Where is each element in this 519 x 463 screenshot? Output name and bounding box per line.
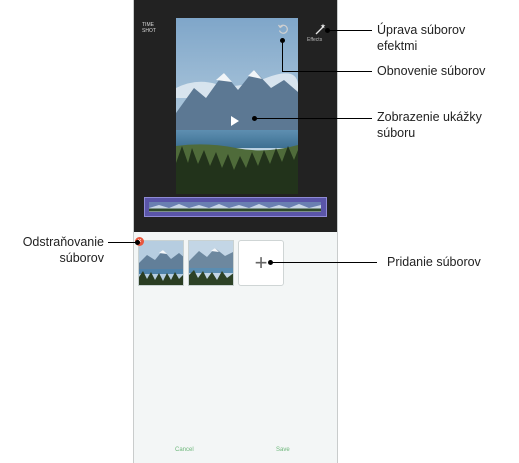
callout-line-add (271, 262, 377, 263)
callout-line-restore-v (282, 40, 283, 71)
header-text: TIME SHOT (142, 22, 156, 34)
file-thumbnail[interactable] (188, 240, 234, 286)
callout-remove-line1: Odstraňovanie (22, 235, 104, 249)
callout-effects-line1: Úprava súborov (377, 23, 466, 37)
callout-dot-remove (135, 240, 140, 245)
file-preview[interactable] (176, 18, 298, 194)
callout-preview-line2: súboru (377, 126, 416, 140)
editor-area: TIME SHOT › (134, 0, 337, 232)
callout-restore: Obnovenie súborov (377, 64, 486, 78)
callout-effects-line2: efektmi (377, 39, 418, 53)
add-file-button[interactable]: + (238, 240, 284, 286)
plus-icon: + (254, 250, 268, 275)
phone-screen: TIME SHOT › (133, 0, 338, 463)
callout-preview: Zobrazenie ukážky súboru (377, 109, 482, 141)
callout-preview-line1: Zobrazenie ukážky (377, 110, 482, 124)
effects-label: Effects (307, 37, 323, 43)
callout-effects: Úprava súborov efektmi (377, 22, 465, 54)
callout-remove: Odstraňovanie súborov (4, 234, 104, 266)
callout-line-restore-h (282, 71, 372, 72)
save-button[interactable]: Save (276, 447, 290, 453)
file-thumbnail[interactable] (138, 240, 184, 286)
callout-dot-effects (325, 28, 330, 33)
callout-line-preview (255, 118, 372, 119)
magic-wand-icon[interactable] (314, 22, 326, 35)
callout-line-remove (108, 242, 137, 243)
callout-line-effects (328, 30, 372, 31)
callout-add: Pridanie súborov (387, 255, 481, 269)
play-icon[interactable] (230, 113, 240, 126)
cancel-button[interactable]: Cancel (175, 447, 194, 453)
file-list: × + (134, 232, 337, 463)
reset-icon[interactable] (277, 22, 289, 34)
timeline-scrubber[interactable] (144, 197, 327, 217)
callout-remove-line2: súborov (59, 251, 104, 265)
